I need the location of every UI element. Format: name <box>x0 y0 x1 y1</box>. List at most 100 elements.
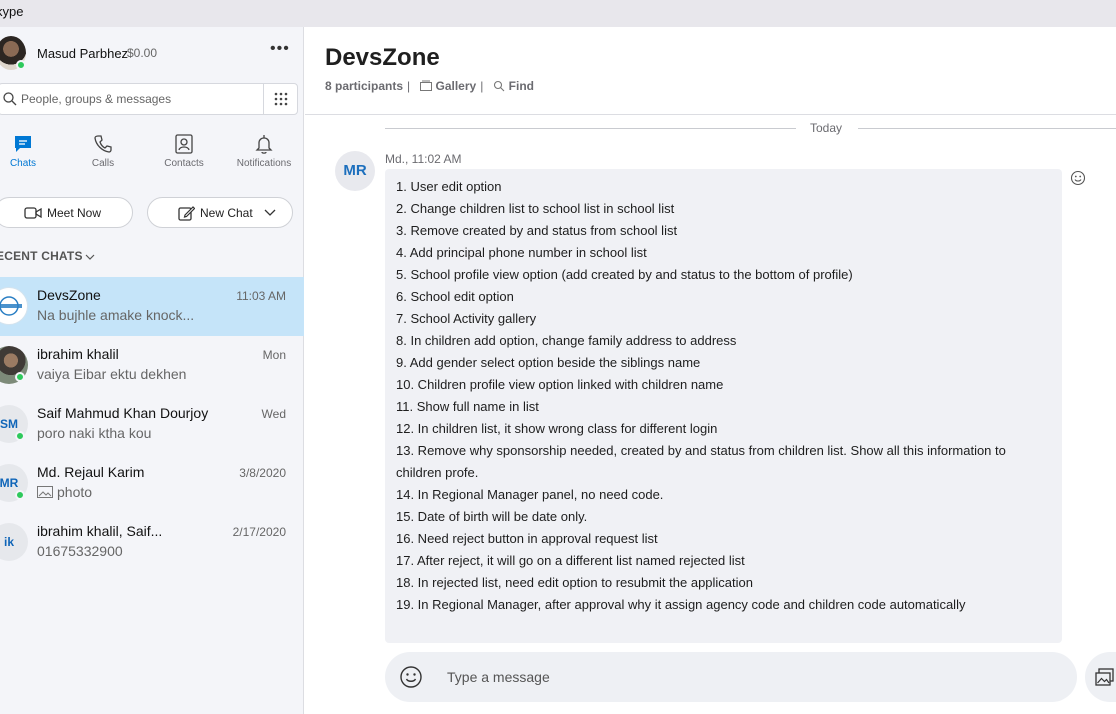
message-meta: Md., 11:02 AM <box>385 152 462 166</box>
send-media-button[interactable] <box>1085 652 1116 702</box>
message-composer <box>385 652 1077 702</box>
chat-preview: photo <box>37 484 92 500</box>
tab-chats-label: Chats <box>9 158 37 169</box>
online-status-dot <box>15 372 25 382</box>
dialpad-icon <box>274 92 288 106</box>
day-divider: Today <box>385 121 1116 137</box>
separator: | <box>480 79 484 93</box>
message-line: 13. Remove why sponsorship needed, creat… <box>396 443 1006 458</box>
sender-avatar[interactable]: MR <box>335 151 375 191</box>
chevron-down-icon[interactable] <box>264 209 276 217</box>
media-gallery-icon <box>1095 668 1114 686</box>
new-chat-button[interactable]: New Chat <box>147 197 293 228</box>
tab-chats[interactable]: Chats <box>0 133 58 177</box>
search-input[interactable] <box>21 88 257 110</box>
divider-line <box>385 128 796 129</box>
chat-preview: vaiya Eibar ektu dekhen <box>37 366 187 382</box>
contacts-icon <box>175 134 193 154</box>
chat-time: 11:03 AM <box>236 289 286 303</box>
message-input[interactable] <box>447 666 1047 688</box>
bell-icon <box>255 135 273 154</box>
message-line: 18. In rejected list, need edit option t… <box>396 575 753 590</box>
message-bubble[interactable]: 1. User edit option 2. Change children l… <box>385 169 1062 643</box>
message-line: 14. In Regional Manager panel, no need c… <box>396 487 664 502</box>
recent-chats-header[interactable]: ECENT CHATS <box>0 249 95 263</box>
search-icon <box>3 92 17 106</box>
chat-preview-text: photo <box>57 484 93 500</box>
tab-contacts[interactable]: Contacts <box>149 133 219 177</box>
meet-now-label: Meet Now <box>47 206 102 220</box>
find-link[interactable]: Find <box>491 79 534 93</box>
emoji-icon[interactable] <box>399 665 423 689</box>
chat-item-saif-mahmud[interactable]: SM Saif Mahmud Khan Dourjoy poro naki kt… <box>0 395 304 454</box>
find-label: Find <box>508 79 534 93</box>
chat-item-rejaul-karim[interactable]: MR Md. Rejaul Karim photo 3/8/2020 <box>0 454 304 513</box>
group-avatar <box>0 287 28 325</box>
profile-bar: Masud Parbhez $0.00 ••• <box>0 27 304 81</box>
chat-preview: 01675332900 <box>37 543 123 559</box>
new-chat-label: New Chat <box>200 206 253 220</box>
conversation-title[interactable]: DevsZone <box>325 44 440 72</box>
chat-time: Wed <box>261 407 286 421</box>
gallery-label: Gallery <box>435 79 477 93</box>
tab-calls-label: Calls <box>91 158 115 169</box>
tab-notifications-label: Notifications <box>236 158 292 169</box>
message-line: 16. Need reject button in approval reque… <box>396 531 658 546</box>
message-line: 19. In Regional Manager, after approval … <box>396 597 966 612</box>
separator: | <box>407 79 411 93</box>
message-line: 15. Date of birth will be date only. <box>396 509 588 524</box>
tab-notifications[interactable]: Notifications <box>229 133 299 177</box>
chat-item-devszone[interactable]: DevsZone Na bujhle amake knock... 11:03 … <box>0 277 304 336</box>
message-line: 4. Add principal phone number in school … <box>396 245 647 260</box>
chat-time: Mon <box>262 348 286 362</box>
message-line: 8. In children add option, change family… <box>396 333 737 348</box>
chat-name: Md. Rejaul Karim <box>37 464 145 480</box>
devszone-logo-icon <box>0 296 22 316</box>
message-line: 1. User edit option <box>396 179 502 194</box>
message-line: 17. After reject, it will go on a differ… <box>396 553 745 568</box>
title-bar: kype <box>0 0 1116 27</box>
reaction-emoji-icon[interactable] <box>1070 170 1086 186</box>
phone-icon <box>94 135 112 153</box>
message-line: 5. School profile view option (add creat… <box>396 267 853 282</box>
meet-now-button[interactable]: Meet Now <box>0 197 133 228</box>
gallery-link[interactable]: Gallery <box>418 79 477 93</box>
chat-name: ibrahim khalil, Saif... <box>37 523 163 539</box>
chat-item-ibrahim-khalil[interactable]: ibrahim khalil vaiya Eibar ektu dekhen M… <box>0 336 304 395</box>
image-icon <box>37 486 53 498</box>
video-camera-icon <box>24 207 42 219</box>
search-box <box>0 83 298 115</box>
online-status-dot <box>16 60 26 70</box>
chat-name: ibrahim khalil <box>37 346 119 362</box>
tab-contacts-label: Contacts <box>164 158 204 169</box>
message-line: 10. Children profile view option linked … <box>396 377 724 392</box>
chat-item-group-ibrahim-saif[interactable]: ik ibrahim khalil, Saif... 01675332900 2… <box>0 513 304 572</box>
more-options-button[interactable]: ••• <box>270 40 290 63</box>
chat-name: DevsZone <box>37 287 101 303</box>
nav-tabs: Chats Calls Contacts Notifications <box>0 133 304 177</box>
conversation-header: DevsZone 8 participants | Gallery | Find <box>305 27 1116 115</box>
chat-preview: poro naki ktha kou <box>37 425 152 441</box>
profile-name[interactable]: Masud Parbhez <box>37 46 128 61</box>
online-status-dot <box>15 431 25 441</box>
skype-credit[interactable]: $0.00 <box>127 46 157 60</box>
divider-line <box>858 128 1116 129</box>
conversation-meta: 8 participants | Gallery | Find <box>325 79 534 93</box>
search-icon <box>493 80 505 92</box>
message-line: 3. Remove created by and status from sch… <box>396 223 678 238</box>
chat-preview: Na bujhle amake knock... <box>37 307 195 323</box>
recent-chats-label: ECENT CHATS <box>0 249 83 263</box>
tab-calls[interactable]: Calls <box>68 133 138 177</box>
chat-time: 2/17/2020 <box>232 525 286 539</box>
sidebar: Masud Parbhez $0.00 ••• Chats <box>0 27 304 714</box>
message-line: 7. School Activity gallery <box>396 311 537 326</box>
message-line: 12. In children list, it show wrong clas… <box>396 421 718 436</box>
chat-time: 3/8/2020 <box>239 466 286 480</box>
message-line: 2. Change children list to school list i… <box>396 201 675 216</box>
message-line: 11. Show full name in list <box>396 399 539 414</box>
dialpad-button[interactable] <box>263 84 297 114</box>
online-status-dot <box>15 490 25 500</box>
more-icon: ••• <box>270 40 290 57</box>
day-label: Today <box>810 121 843 135</box>
participants-link[interactable]: 8 participants <box>325 79 403 93</box>
